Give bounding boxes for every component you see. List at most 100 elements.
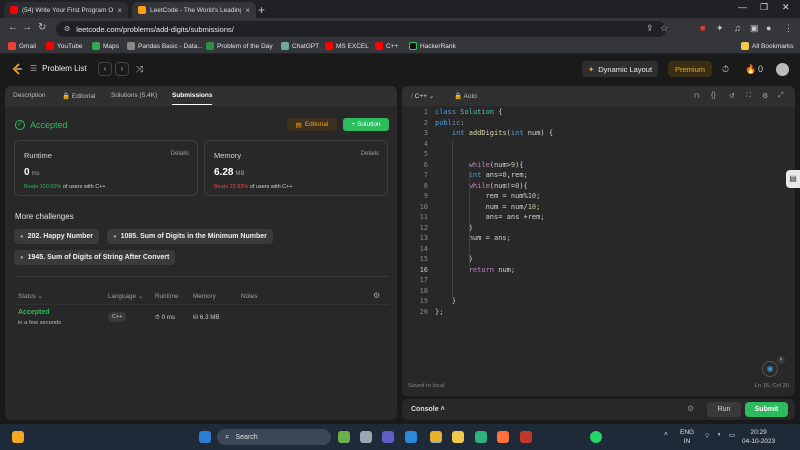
side-panel-toggle-icon[interactable]: ▤ — [786, 170, 800, 188]
code-line[interactable]: 19 } — [402, 297, 795, 308]
code-line[interactable]: 12 } — [402, 224, 795, 235]
details-link[interactable]: Details — [361, 151, 379, 157]
streak-icon[interactable]: 🔥 — [745, 64, 756, 75]
language-select[interactable]: / C++ ⌄ — [411, 92, 434, 100]
bookmark-msexcel[interactable]: MS EXCEL — [325, 42, 369, 50]
app-icon[interactable] — [338, 431, 350, 443]
code-line[interactable]: 17 — [402, 276, 795, 287]
avatar[interactable] — [776, 63, 789, 76]
bookmark-cpp[interactable]: C++ — [375, 42, 398, 50]
bookmark-maps[interactable]: Maps — [92, 42, 119, 50]
close-icon[interactable]: × — [117, 6, 122, 15]
next-problem-button[interactable]: › — [115, 62, 129, 76]
star-icon[interactable]: ☆ — [660, 23, 668, 34]
profile-icon[interactable]: ● — [766, 23, 771, 33]
whatsapp-icon[interactable] — [590, 431, 602, 443]
runtime-card[interactable]: Runtime Details 0 ms Beats 100.00% of use… — [14, 140, 198, 196]
settings-icon[interactable]: ⚙ — [762, 92, 768, 100]
row-status[interactable]: Accepted — [18, 309, 50, 316]
challenge-chip[interactable]: ● 202. Happy Number — [14, 229, 99, 244]
back-icon[interactable]: ← — [8, 22, 18, 33]
code-line[interactable]: 15 } — [402, 255, 795, 266]
site-info-icon[interactable]: ⚙ — [64, 25, 70, 33]
chrome-icon[interactable] — [430, 431, 442, 443]
prev-problem-button[interactable]: ‹ — [98, 62, 112, 76]
tab-submissions[interactable]: Submissions — [172, 92, 213, 105]
sidepanel-icon[interactable]: ▣ — [750, 23, 759, 34]
teams-icon[interactable] — [382, 431, 394, 443]
extension-icon[interactable]: ■ — [700, 23, 705, 33]
media-icon[interactable]: ♫ — [734, 23, 741, 33]
browser-tab-leetcode[interactable]: LeetCode - The World's Leading × — [132, 2, 256, 18]
language-indicator[interactable]: ENG IN — [680, 428, 694, 446]
firefox-icon[interactable] — [497, 431, 509, 443]
tab-description[interactable]: Description — [13, 92, 46, 99]
puzzle-icon[interactable]: ✦ — [716, 23, 724, 34]
share-icon[interactable]: ⇪ — [646, 23, 654, 34]
code-line[interactable]: 2 public: — [402, 119, 795, 130]
reset-icon[interactable]: ↺ — [729, 92, 735, 100]
auto-mode[interactable]: 🔒 Auto — [454, 92, 477, 100]
bookmark-gmail[interactable]: Gmail — [8, 42, 36, 50]
gear-icon[interactable]: ⚙ — [373, 291, 380, 300]
console-settings-icon[interactable]: ⚙ — [687, 404, 694, 413]
shuffle-icon[interactable]: ⤨ — [136, 64, 143, 75]
minimize-button[interactable]: — — [738, 2, 747, 12]
problem-list-link[interactable]: ☰ Problem List — [30, 64, 87, 73]
maximize-button[interactable]: ❐ — [760, 2, 768, 13]
premium-button[interactable]: Premium — [668, 61, 712, 77]
submit-button[interactable]: Submit — [745, 402, 788, 417]
help-chat-icon[interactable]: ◉ — [762, 361, 778, 377]
clock[interactable]: 20:29 04-10-2023 — [742, 428, 775, 446]
taskbar-search[interactable]: ⌕ Search — [217, 429, 331, 445]
expand-icon[interactable]: ⤢ — [778, 92, 784, 100]
column-status[interactable]: Status ⌄ — [18, 293, 43, 300]
bookmark-hackerrank[interactable]: HackerRank — [409, 42, 456, 50]
bookmark-potd[interactable]: Problem of the Day — [206, 42, 273, 50]
console-toggle[interactable]: Console ˄ — [411, 406, 445, 413]
wifi-icon[interactable]: ⌔ — [704, 431, 710, 440]
leetcode-logo-icon[interactable] — [10, 62, 24, 76]
tab-editorial[interactable]: 🔒 Editorial — [62, 92, 95, 100]
battery-icon[interactable]: ▭ — [729, 431, 735, 439]
widget-icon[interactable] — [12, 431, 24, 443]
code-line[interactable]: 11 ans= ans +rem; — [402, 213, 795, 224]
mcafee-icon[interactable] — [520, 431, 532, 443]
close-icon[interactable]: × — [777, 356, 785, 364]
timer-icon[interactable]: ⏱ — [722, 64, 729, 75]
code-line[interactable]: 1 class Solution { — [402, 108, 795, 119]
code-line[interactable]: 20}; — [402, 308, 795, 319]
all-bookmarks[interactable]: All Bookmarks — [741, 42, 794, 50]
chevron-up-icon[interactable]: ˄ — [664, 431, 668, 438]
close-icon[interactable]: × — [245, 6, 250, 15]
run-button[interactable]: Run — [707, 402, 741, 417]
close-window-button[interactable]: ✕ — [782, 2, 790, 13]
code-line[interactable]: 4 — [402, 140, 795, 151]
braces-icon[interactable]: {} — [711, 92, 716, 99]
bookmark-icon[interactable]: ⊓ — [694, 92, 699, 100]
tab-solutions[interactable]: Solutions (5.4K) — [111, 92, 157, 99]
code-line[interactable]: 3 int addDigits(int num) { — [402, 129, 795, 140]
code-line[interactable]: 10 num = num/10; — [402, 203, 795, 214]
start-icon[interactable] — [199, 431, 211, 443]
code-line[interactable]: 14 — [402, 245, 795, 256]
reload-icon[interactable]: ↻ — [38, 22, 46, 33]
code-line[interactable]: 18 — [402, 287, 795, 298]
url-input[interactable]: ⚙ leetcode.com/problems/add-digits/submi… — [56, 21, 666, 37]
code-line[interactable]: 6 while(num>9){ — [402, 161, 795, 172]
folder-icon[interactable] — [452, 431, 464, 443]
taskview-icon[interactable] — [360, 431, 372, 443]
column-language[interactable]: Language ⌄ — [108, 293, 143, 300]
bookmark-pandas[interactable]: Pandas Basic - Data... — [127, 42, 203, 50]
code-line[interactable]: 9 rem = num%10; — [402, 192, 795, 203]
code-line[interactable]: 5 — [402, 150, 795, 161]
code-line[interactable]: 7 int ans=0,rem; — [402, 171, 795, 182]
memory-card[interactable]: Memory Details 6.28 MB Beats 23.93% of us… — [204, 140, 388, 196]
forward-icon[interactable]: → — [22, 22, 32, 33]
details-link[interactable]: Details — [171, 151, 189, 157]
edge-icon[interactable] — [475, 431, 487, 443]
challenge-chip[interactable]: ● 1085. Sum of Digits in the Minimum Numb… — [107, 229, 273, 244]
bookmark-youtube[interactable]: YouTube — [46, 42, 83, 50]
challenge-chip[interactable]: ● 1945. Sum of Digits of String After Con… — [14, 250, 176, 265]
dynamic-layout-button[interactable]: ✦ Dynamic Layout — [582, 61, 658, 77]
